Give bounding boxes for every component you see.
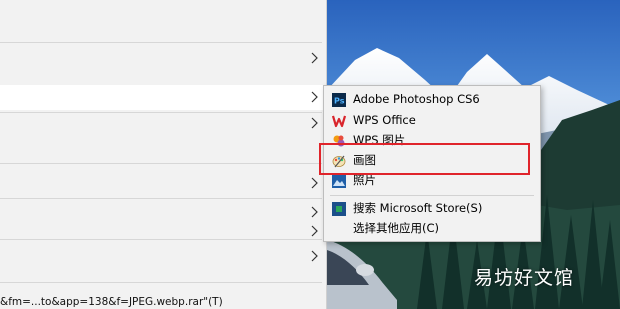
submenu-item-label: Adobe Photoshop CS6 bbox=[353, 92, 480, 106]
submenu-item-label: WPS Office bbox=[353, 113, 416, 127]
annotation-highlight-box bbox=[319, 143, 530, 175]
submenu-item-choose-other-app[interactable]: 选择其他应用(C) bbox=[324, 218, 540, 238]
menu-separator bbox=[0, 163, 322, 164]
parent-menu-item[interactable] bbox=[0, 245, 326, 267]
file-name-text: &fm=...to&app=138&f=JPEG.webp.rar"(T) bbox=[0, 296, 223, 308]
svg-text:Ps: Ps bbox=[334, 97, 345, 106]
parent-menu-item[interactable] bbox=[0, 172, 326, 194]
menu-separator bbox=[330, 195, 534, 196]
chevron-right-icon bbox=[310, 117, 320, 129]
menu-separator bbox=[0, 239, 322, 240]
submenu-item-label: 选择其他应用(C) bbox=[353, 221, 440, 235]
parent-menu-item[interactable] bbox=[0, 43, 326, 73]
parent-menu-item[interactable] bbox=[0, 113, 326, 133]
parent-menu-item[interactable] bbox=[0, 201, 326, 223]
wps-office-icon bbox=[331, 113, 347, 128]
chevron-right-icon bbox=[310, 250, 320, 262]
chevron-right-icon bbox=[310, 177, 320, 189]
photoshop-icon: Ps bbox=[332, 92, 346, 107]
chevron-right-icon bbox=[310, 52, 320, 64]
watermark-text: 易坊好文馆 bbox=[474, 267, 575, 289]
chevron-right-icon bbox=[310, 91, 320, 103]
menu-separator bbox=[0, 282, 322, 283]
parent-context-menu: &fm=...to&app=138&f=JPEG.webp.rar"(T) bbox=[0, 0, 327, 309]
submenu-item-photoshop[interactable]: Ps Adobe Photoshop CS6 bbox=[324, 89, 540, 109]
chevron-right-icon bbox=[310, 206, 320, 218]
chevron-right-icon bbox=[310, 225, 320, 237]
menu-separator bbox=[0, 198, 322, 199]
open-with-menu-item[interactable] bbox=[0, 85, 326, 110]
parent-menu-item[interactable] bbox=[0, 221, 326, 241]
submenu-item-search-store[interactable]: 搜索 Microsoft Store(S) bbox=[324, 198, 540, 218]
submenu-item-label: 搜索 Microsoft Store(S) bbox=[353, 201, 483, 215]
submenu-item-wps-office[interactable]: WPS Office bbox=[324, 110, 540, 130]
store-icon bbox=[332, 201, 346, 216]
photos-icon bbox=[332, 173, 346, 188]
